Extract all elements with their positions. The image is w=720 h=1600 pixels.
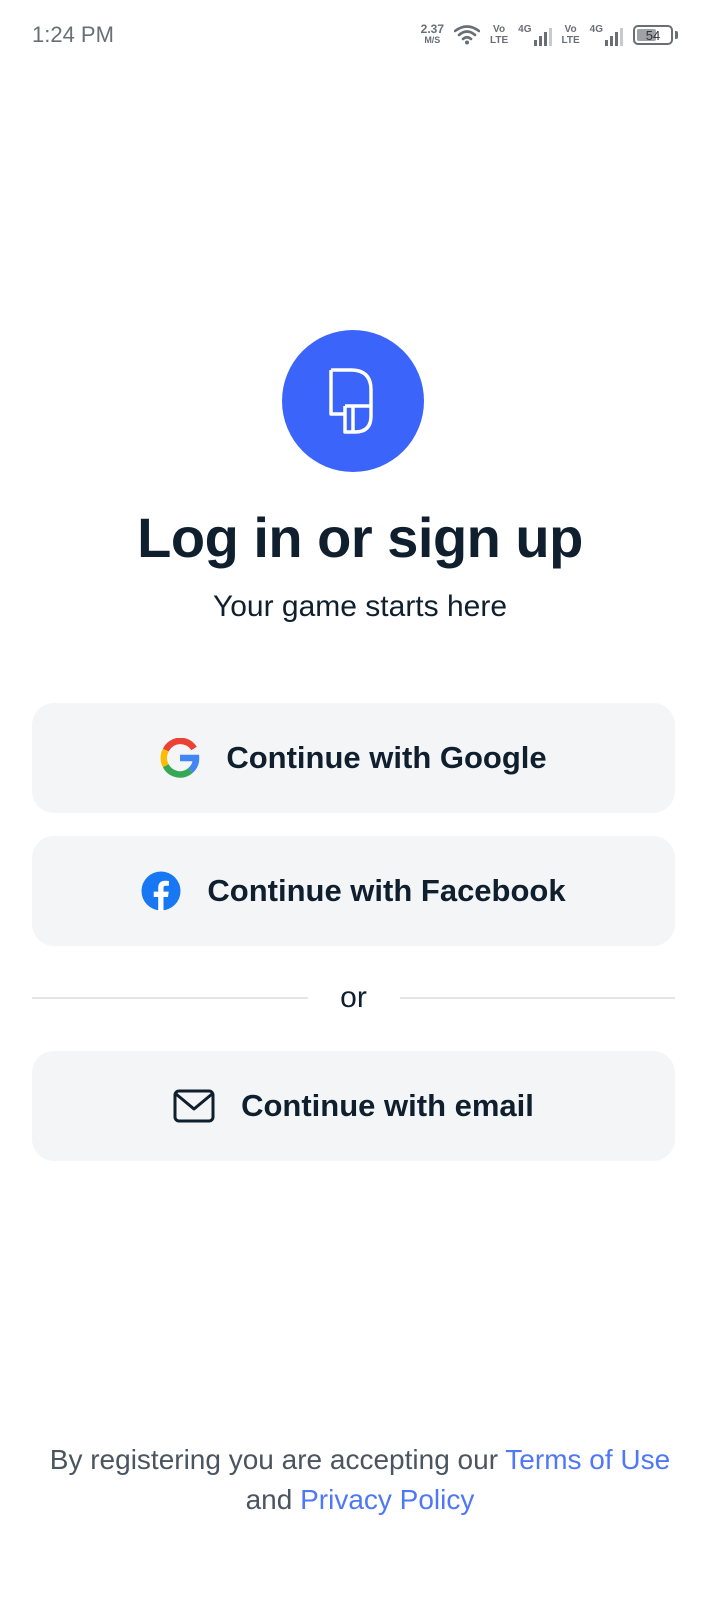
app-logo <box>282 330 424 472</box>
app-logo-icon <box>325 366 381 436</box>
status-time: 1:24 PM <box>32 22 114 47</box>
battery-icon: 54 <box>633 25 673 45</box>
divider-line-right <box>399 997 675 999</box>
volte-top: Vo <box>564 24 577 35</box>
signal-icon-2: 4G <box>590 24 623 46</box>
divider-label: or <box>340 981 367 1014</box>
volte-bottom: LTE <box>561 35 580 46</box>
footer-middle: and <box>245 1484 301 1515</box>
privacy-policy-link[interactable]: Privacy Policy <box>300 1484 474 1515</box>
facebook-icon <box>141 871 181 911</box>
signal-icon-1: 4G <box>518 24 552 46</box>
status-bar: 1:24 PM 2.37 M/S Vo LTE 4G Vo LTE 4G 54 <box>0 0 720 72</box>
status-icons: 2.37 M/S Vo LTE 4G Vo LTE 4G 54 <box>421 20 678 50</box>
continue-with-facebook-button[interactable]: Continue with Facebook <box>32 836 675 946</box>
network-speed: 2.37 M/S <box>420 22 444 46</box>
google-icon <box>160 738 200 778</box>
continue-with-google-label: Continue with Google <box>226 740 547 775</box>
volte-bottom: LTE <box>490 35 509 46</box>
network-type-label: 4G <box>589 24 603 35</box>
divider-line-left <box>32 997 308 999</box>
or-divider: or <box>32 978 675 1018</box>
page-title: Log in or sign up <box>137 506 583 569</box>
network-type-label: 4G <box>518 24 532 35</box>
network-speed-unit: M/S <box>424 35 441 45</box>
network-speed-value: 2.37 <box>420 22 444 36</box>
battery-cap <box>675 31 678 39</box>
legal-footer: By registering you are accepting our Ter… <box>0 1440 720 1520</box>
footer-prefix: By registering you are accepting our <box>49 1444 506 1475</box>
terms-of-use-link[interactable]: Terms of Use <box>505 1444 670 1475</box>
page-subtitle: Your game starts here <box>212 590 508 623</box>
volte-indicator-1: Vo LTE <box>490 24 508 46</box>
continue-with-facebook-label: Continue with Facebook <box>207 873 566 908</box>
continue-with-email-label: Continue with email <box>241 1088 534 1123</box>
battery-level: 54 <box>645 27 661 43</box>
continue-with-email-button[interactable]: Continue with email <box>32 1051 675 1161</box>
envelope-icon <box>173 1089 215 1123</box>
wifi-icon <box>454 25 480 45</box>
volte-indicator-2: Vo LTE <box>562 24 580 46</box>
volte-top: Vo <box>493 24 506 35</box>
continue-with-google-button[interactable]: Continue with Google <box>32 703 675 813</box>
